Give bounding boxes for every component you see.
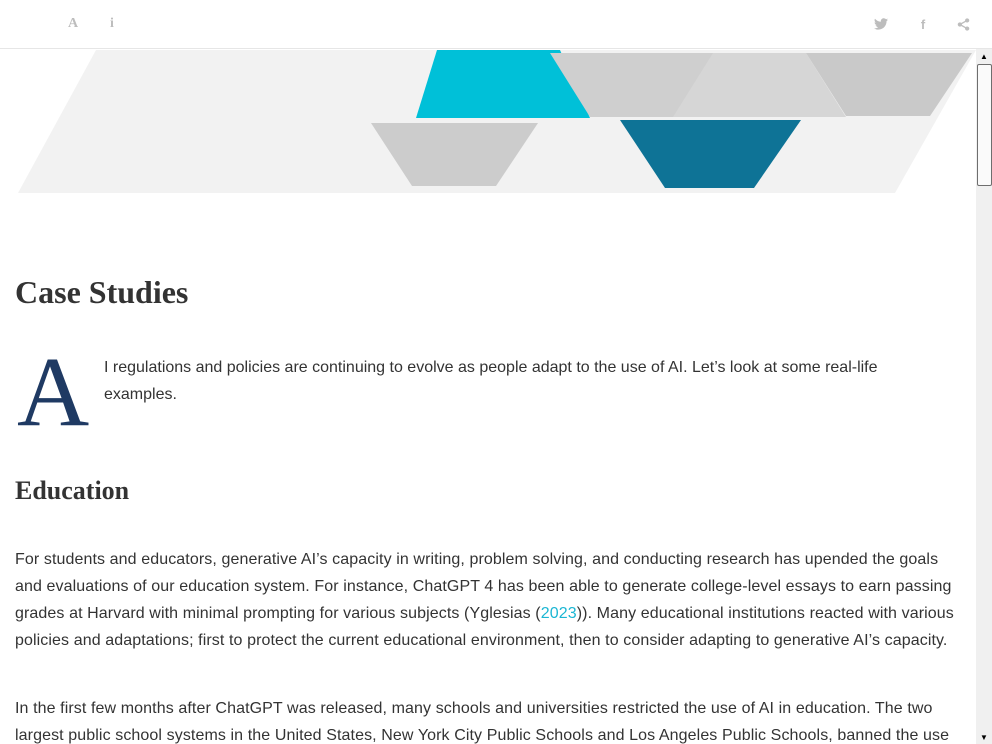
education-paragraph-2: In the first few months after ChatGPT wa… [15,700,950,744]
share-icon-glyph [957,17,969,31]
section-heading-education: Education [15,476,130,505]
chapter-banner-graphic [18,50,976,193]
dropcap-letter: A [17,336,90,447]
citation-link-2023[interactable]: 2023 [541,605,577,622]
share-icon[interactable] [953,14,973,34]
font-size-icon[interactable]: A [63,14,83,34]
scrollbar-thumb[interactable] [977,64,992,186]
info-icon[interactable]: i [102,14,122,34]
scroll-down-arrow-icon[interactable]: ▼ [976,730,992,744]
top-toolbar: A i f [0,0,992,49]
scroll-up-arrow-icon[interactable]: ▲ [976,49,992,63]
facebook-icon[interactable]: f [913,14,933,34]
article-content: Case Studies A I regulations and policie… [0,50,976,744]
twitter-icon[interactable] [871,14,891,34]
education-paragraph-1: For students and educators, generative A… [15,546,960,654]
intro-text: I regulations and policies are continuin… [104,359,878,403]
vertical-scrollbar[interactable]: ▲ ▼ [976,49,992,744]
page-title: Case Studies [15,274,189,310]
twitter-icon-glyph [874,18,888,30]
